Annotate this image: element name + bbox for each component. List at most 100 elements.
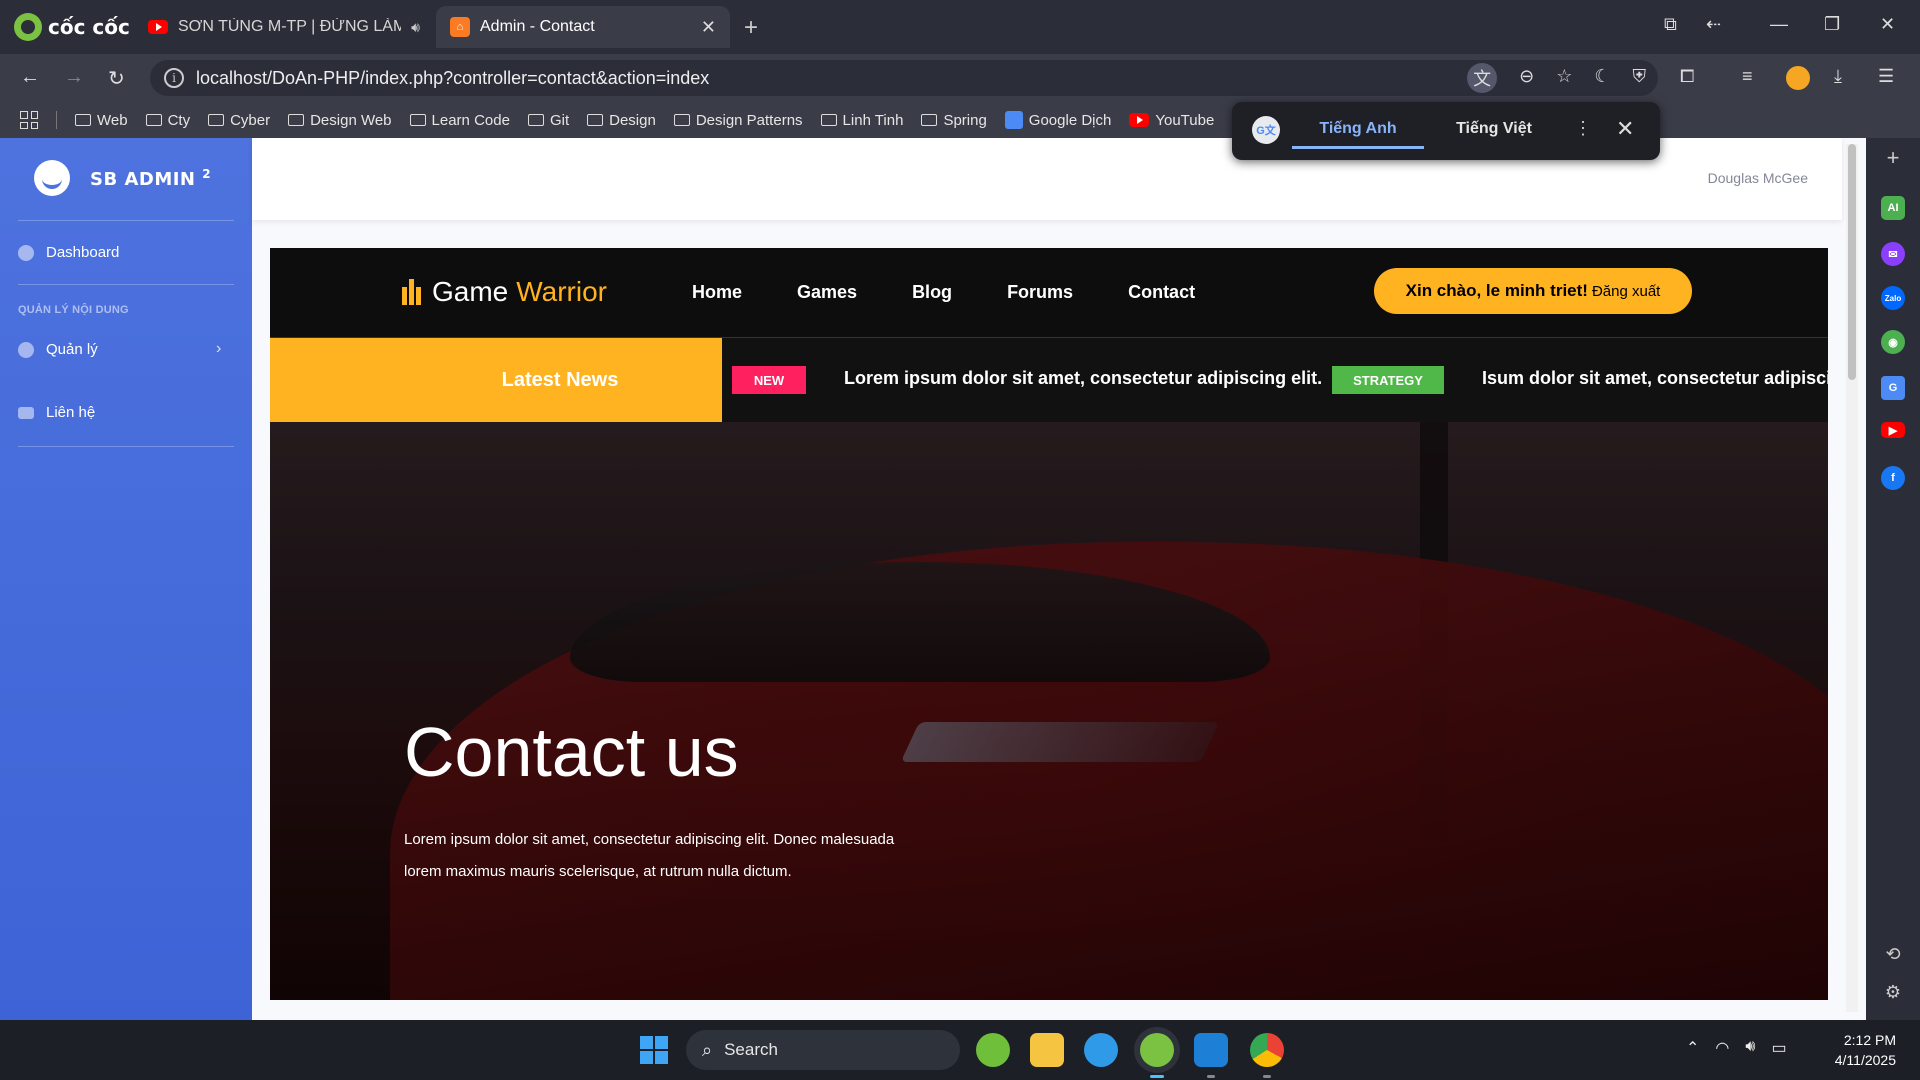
dark-mode-icon[interactable]: ☾	[1594, 66, 1610, 93]
reload-button[interactable]: ↻	[108, 66, 125, 91]
bookmark-label: Design Web	[310, 111, 392, 129]
bookmark-google-dich[interactable]: Google Dịch	[1004, 111, 1111, 129]
folder-icon	[145, 114, 162, 126]
bookmark-web[interactable]: Web	[75, 112, 128, 129]
tab-youtube[interactable]: SƠN TÙNG M-TP | ĐỪNG LÀM 🔊︎	[134, 6, 434, 48]
bookmark-design[interactable]: Design	[587, 112, 656, 129]
sidebar-item-dashboard-link[interactable]: Dashboard	[18, 244, 119, 261]
folder-icon	[527, 114, 544, 126]
ai-assistant-icon[interactable]: AI	[1881, 196, 1905, 220]
logo-text: Game	[432, 276, 509, 307]
chevron-up-icon[interactable]: ⌃	[1686, 1038, 1699, 1058]
admin-brand[interactable]: SB ADMIN 2	[34, 160, 211, 196]
back-history-icon[interactable]: ⇠	[1706, 14, 1721, 35]
add-panel-icon[interactable]: +	[1881, 145, 1905, 170]
close-icon[interactable]: ✕	[1616, 116, 1634, 142]
news-item[interactable]: Lorem ipsum dolor sit amet, consectetur …	[844, 368, 1322, 389]
chrome-icon[interactable]	[1250, 1033, 1284, 1067]
nav-home[interactable]: Home	[692, 282, 742, 303]
apps-grid-icon[interactable]	[20, 111, 38, 129]
windows-start-icon[interactable]	[640, 1036, 668, 1064]
bookmark-design-web[interactable]: Design Web	[288, 111, 392, 129]
translate-tab-vietnamese[interactable]: Tiếng Việt	[1428, 120, 1560, 138]
site-info-icon[interactable]: i	[164, 68, 184, 88]
sidebar-item-manage[interactable]: Quản lý	[18, 341, 98, 358]
facebook-icon[interactable]: f	[1881, 466, 1905, 490]
logo-accent-text: Warrior	[516, 276, 607, 307]
bookmark-design-patterns[interactable]: Design Patterns	[673, 112, 803, 129]
youtube-icon[interactable]: ▶	[1881, 422, 1905, 438]
new-tab-button[interactable]: +	[744, 14, 758, 42]
edge-icon[interactable]	[1084, 1033, 1118, 1067]
screenshot-icon[interactable]: ⧉	[1664, 14, 1677, 35]
laugh-wink-icon	[34, 160, 70, 196]
bookmark-git[interactable]: Git	[527, 112, 569, 129]
vscode-icon[interactable]	[1194, 1033, 1228, 1067]
media-queue-icon[interactable]: ≡	[1742, 66, 1753, 87]
nav-contact[interactable]: Contact	[1128, 282, 1195, 303]
forward-button[interactable]: →	[64, 66, 84, 89]
bookmark-linh-tinh[interactable]: Linh Tinh	[820, 112, 903, 129]
tab-admin-contact[interactable]: ⌂ Admin - Contact ✕	[436, 6, 730, 48]
scrollbar-thumb[interactable]	[1848, 144, 1856, 380]
volume-icon[interactable]: 🔊︎	[1745, 1038, 1755, 1058]
windows-taskbar: ⌕ Search ⌃ ◠ 🔊︎ ▭ 2:12 PM 4/11/2025	[0, 1020, 1920, 1080]
site-logo[interactable]: Game Warrior	[402, 276, 607, 308]
bookmark-learn-code[interactable]: Learn Code	[409, 112, 510, 129]
more-options-icon[interactable]: ⋮	[1574, 118, 1592, 139]
wifi-icon[interactable]: ◠	[1715, 1038, 1729, 1058]
translate-icon[interactable]: 文	[1467, 63, 1498, 93]
nav-forums[interactable]: Forums	[1007, 282, 1073, 303]
coccoc-app-icon[interactable]	[976, 1033, 1010, 1067]
history-icon[interactable]: ⟲	[1881, 942, 1905, 966]
game-icon[interactable]: ◉	[1881, 330, 1905, 354]
shield-icon[interactable]: ⛨	[1633, 66, 1647, 93]
taskbar-clock[interactable]: 2:12 PM 4/11/2025	[1810, 1030, 1896, 1070]
battery-icon[interactable]: ▭	[1771, 1038, 1786, 1058]
news-item[interactable]: Isum dolor sit amet, consectetur adipisc…	[1482, 368, 1828, 389]
zoom-out-icon[interactable]: ⊖	[1519, 66, 1534, 93]
messenger-icon[interactable]: ✉︎	[1881, 242, 1905, 266]
address-bar[interactable]: i localhost/DoAn-PHP/index.php?controlle…	[150, 60, 1658, 96]
profile-avatar[interactable]	[1786, 66, 1810, 90]
site-header: Game Warrior Home Games Blog Forums Cont…	[270, 248, 1828, 338]
back-button[interactable]: ←	[20, 66, 40, 89]
speaker-icon[interactable]: 🔊︎	[411, 19, 420, 36]
translate-tab-english[interactable]: Tiếng Anh	[1292, 120, 1424, 149]
nav-blog[interactable]: Blog	[912, 282, 952, 303]
file-explorer-icon[interactable]	[1030, 1033, 1064, 1067]
admin-sidebar: SB ADMIN 2 Dashboard QUẢN LÝ NỘI DUNG Qu…	[0, 138, 252, 1020]
chevron-right-icon[interactable]: ›	[216, 340, 221, 358]
taskbar-search[interactable]: ⌕ Search	[686, 1030, 960, 1070]
browser-brand[interactable]: cốc cốc	[14, 12, 130, 42]
active-app-indicator	[1150, 1075, 1164, 1078]
zalo-icon[interactable]: Zalo	[1881, 286, 1905, 310]
tab-close-icon[interactable]: ✕	[701, 17, 716, 38]
logout-link[interactable]: Đăng xuất	[1592, 283, 1660, 300]
bookmark-youtube[interactable]: YouTube	[1129, 112, 1214, 129]
bookmark-cty[interactable]: Cty	[145, 112, 190, 129]
game-warrior-page: Game Warrior Home Games Blog Forums Cont…	[270, 248, 1828, 1000]
user-name[interactable]: Douglas McGee	[1708, 170, 1808, 186]
minimize-button[interactable]: —	[1770, 14, 1788, 35]
google-translate-icon[interactable]: G	[1881, 376, 1905, 400]
nav-games[interactable]: Games	[797, 282, 857, 303]
bookmark-cyber[interactable]: Cyber	[208, 112, 270, 129]
url-text[interactable]: localhost/DoAn-PHP/index.php?controller=…	[196, 68, 709, 89]
download-icon[interactable]: ⤓	[1834, 66, 1842, 87]
close-window-button[interactable]: ✕	[1880, 14, 1895, 35]
restore-button[interactable]: ❐	[1824, 14, 1840, 35]
address-bar-actions: 文 ⊖ ☆ ☾ ⛨	[1467, 63, 1647, 93]
settings-icon[interactable]: ⚙	[1881, 980, 1905, 1004]
hero-description: Lorem ipsum dolor sit amet, consectetur …	[404, 831, 895, 880]
extensions-icon[interactable]: ⧠	[1680, 66, 1694, 87]
bookmark-spring[interactable]: Spring	[921, 112, 987, 129]
app-indicator	[1263, 1075, 1271, 1078]
sidebar-item-contact[interactable]: Liên hệ	[18, 404, 95, 421]
page-scrollbar[interactable]	[1846, 144, 1858, 1012]
bookmark-star-icon[interactable]: ☆	[1556, 66, 1572, 93]
youtube-icon	[148, 20, 168, 34]
greeting-button[interactable]: Xin chào, le minh triet! Đăng xuất	[1374, 268, 1692, 314]
menu-icon[interactable]: ☰	[1878, 66, 1894, 87]
coccoc-active-icon[interactable]	[1140, 1033, 1174, 1067]
